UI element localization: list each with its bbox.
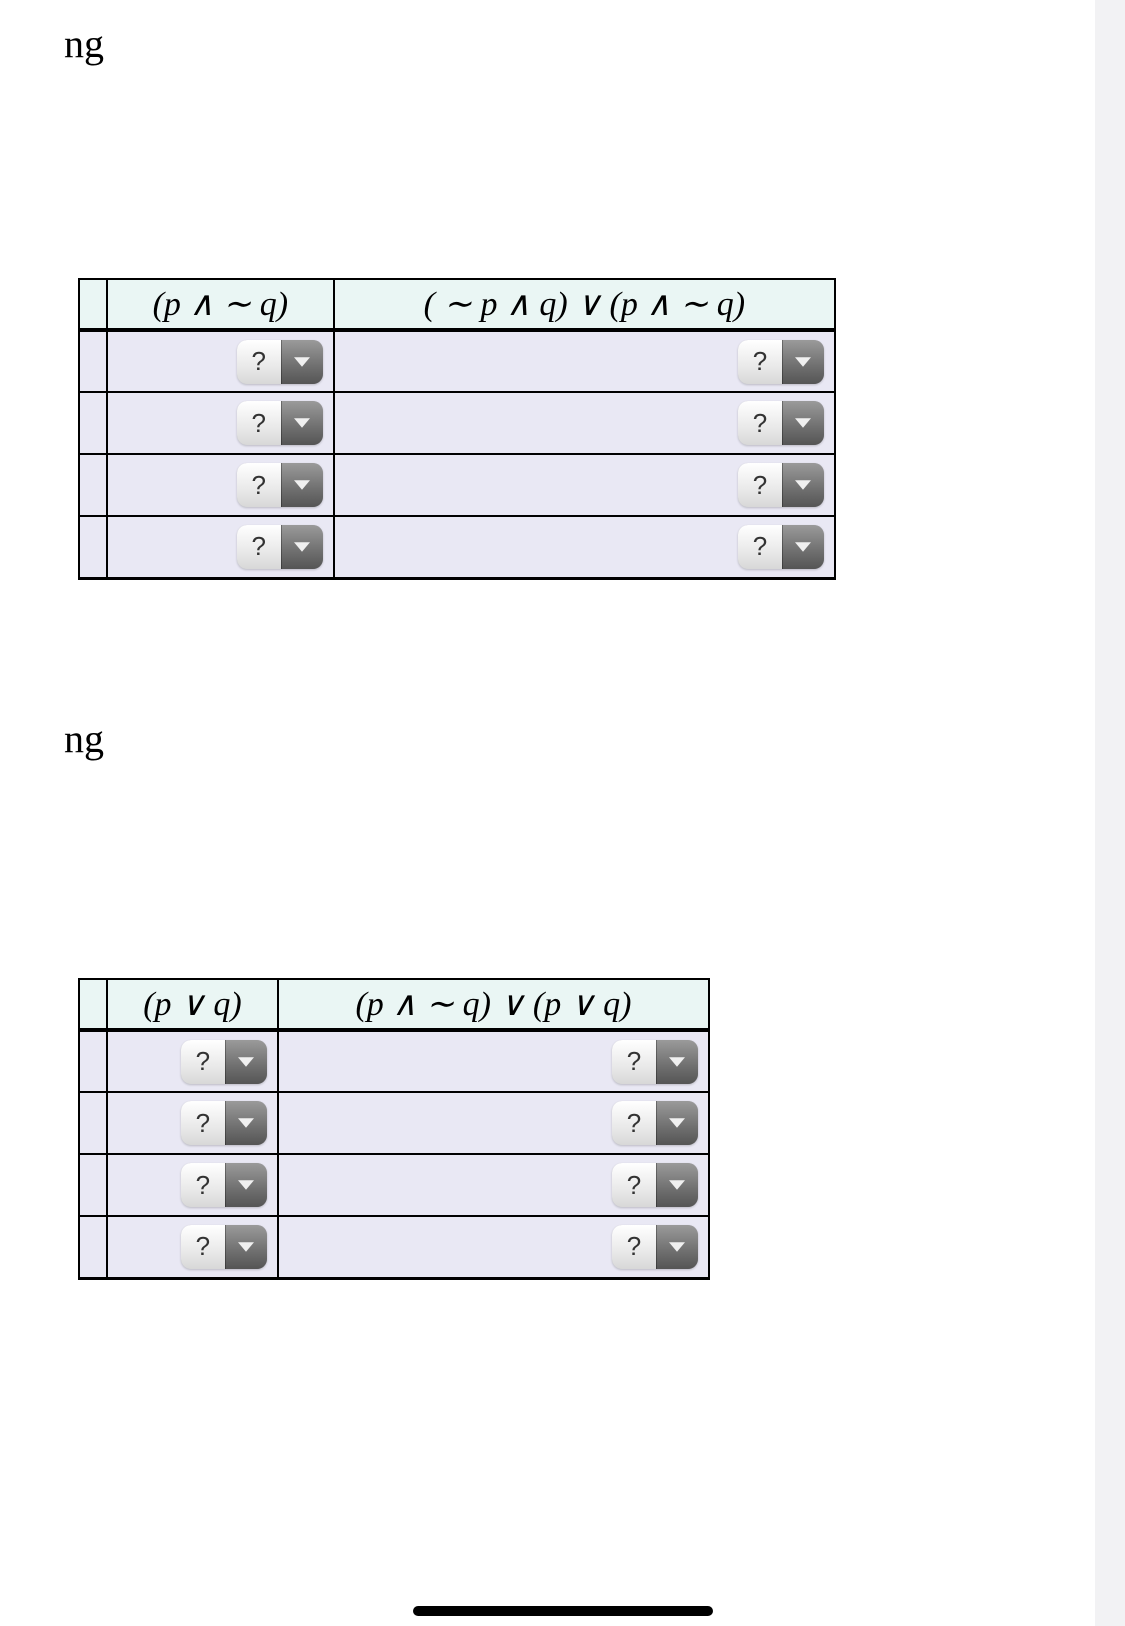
cell: ? [107, 392, 334, 454]
table2-header-col2: (p ∧ ∼ q) ∨ (p ∨ q) [278, 979, 709, 1030]
cell: ? [334, 330, 835, 392]
cell: ? [334, 392, 835, 454]
answer-dropdown[interactable]: ? [237, 340, 323, 384]
formula: (p ∧ ∼ q) [153, 286, 289, 323]
answer-dropdown[interactable]: ? [612, 1163, 698, 1207]
cell: ? [107, 1030, 278, 1092]
chevron-down-icon [225, 1163, 267, 1207]
cell: ? [107, 454, 334, 516]
chevron-down-icon [225, 1040, 267, 1084]
dropdown-value: ? [237, 525, 281, 569]
chevron-down-icon [782, 401, 824, 445]
answer-dropdown[interactable]: ? [738, 525, 824, 569]
chevron-down-icon [782, 463, 824, 507]
dropdown-value: ? [181, 1225, 225, 1269]
cell: ? [334, 516, 835, 578]
chevron-down-icon [656, 1163, 698, 1207]
answer-dropdown[interactable]: ? [237, 463, 323, 507]
formula: (p ∧ ∼ q) ∨ (p ∨ q) [355, 986, 631, 1023]
cell: ? [107, 516, 334, 578]
dropdown-value: ? [612, 1040, 656, 1084]
table1-header-stub [79, 279, 107, 330]
dropdown-value: ? [612, 1163, 656, 1207]
answer-dropdown[interactable]: ? [738, 401, 824, 445]
dropdown-value: ? [612, 1225, 656, 1269]
table-row: ? ? [79, 516, 835, 578]
table2-header-stub [79, 979, 107, 1030]
row-stub [79, 516, 107, 578]
chevron-down-icon [281, 525, 323, 569]
cell: ? [334, 454, 835, 516]
answer-dropdown[interactable]: ? [612, 1101, 698, 1145]
dropdown-value: ? [237, 340, 281, 384]
cell: ? [107, 330, 334, 392]
row-stub [79, 454, 107, 516]
answer-dropdown[interactable]: ? [612, 1225, 698, 1269]
table-row: ? ? [79, 330, 835, 392]
table1-header-col2: ( ∼ p ∧ q) ∨ (p ∧ ∼ q) [334, 279, 835, 330]
dropdown-value: ? [738, 401, 782, 445]
chevron-down-icon [656, 1225, 698, 1269]
home-indicator[interactable] [413, 1606, 713, 1616]
table1-header-col1: (p ∧ ∼ q) [107, 279, 334, 330]
dropdown-value: ? [181, 1163, 225, 1207]
chevron-down-icon [281, 401, 323, 445]
table-row: ? ? [79, 1154, 709, 1216]
cell: ? [278, 1154, 709, 1216]
answer-dropdown[interactable]: ? [738, 340, 824, 384]
dropdown-value: ? [612, 1101, 656, 1145]
chevron-down-icon [281, 340, 323, 384]
cell: ? [278, 1092, 709, 1154]
formula: (p ∨ q) [143, 986, 242, 1023]
answer-dropdown[interactable]: ? [181, 1163, 267, 1207]
row-stub [79, 1154, 107, 1216]
table2-header-col1: (p ∨ q) [107, 979, 278, 1030]
cell: ? [107, 1092, 278, 1154]
table-row: ? ? [79, 392, 835, 454]
answer-dropdown[interactable]: ? [237, 401, 323, 445]
answer-dropdown[interactable]: ? [181, 1225, 267, 1269]
cell: ? [107, 1216, 278, 1278]
text-fragment-1: ng [64, 20, 104, 67]
row-stub [79, 1216, 107, 1278]
answer-dropdown[interactable]: ? [738, 463, 824, 507]
row-stub [79, 392, 107, 454]
chevron-down-icon [225, 1101, 267, 1145]
chevron-down-icon [656, 1040, 698, 1084]
truth-table-2: (p ∨ q) (p ∧ ∼ q) ∨ (p ∨ q) ? ? [78, 978, 710, 1280]
row-stub [79, 330, 107, 392]
answer-dropdown[interactable]: ? [181, 1040, 267, 1084]
table-row: ? ? [79, 1092, 709, 1154]
table-row: ? ? [79, 1216, 709, 1278]
chevron-down-icon [225, 1225, 267, 1269]
dropdown-value: ? [237, 463, 281, 507]
dropdown-value: ? [181, 1040, 225, 1084]
dropdown-value: ? [237, 401, 281, 445]
cell: ? [278, 1030, 709, 1092]
cell: ? [278, 1216, 709, 1278]
dropdown-value: ? [738, 525, 782, 569]
row-stub [79, 1030, 107, 1092]
truth-table-1: (p ∧ ∼ q) ( ∼ p ∧ q) ∨ (p ∧ ∼ q) ? [78, 278, 836, 580]
dropdown-value: ? [181, 1101, 225, 1145]
chevron-down-icon [281, 463, 323, 507]
formula: ( ∼ p ∧ q) ∨ (p ∧ ∼ q) [424, 286, 745, 323]
answer-dropdown[interactable]: ? [181, 1101, 267, 1145]
row-stub [79, 1092, 107, 1154]
table-row: ? ? [79, 454, 835, 516]
answer-dropdown[interactable]: ? [237, 525, 323, 569]
text-fragment-2: ng [64, 715, 104, 762]
chevron-down-icon [782, 340, 824, 384]
dropdown-value: ? [738, 463, 782, 507]
right-margin [1095, 0, 1125, 1626]
chevron-down-icon [782, 525, 824, 569]
cell: ? [107, 1154, 278, 1216]
table-row: ? ? [79, 1030, 709, 1092]
dropdown-value: ? [738, 340, 782, 384]
chevron-down-icon [656, 1101, 698, 1145]
answer-dropdown[interactable]: ? [612, 1040, 698, 1084]
